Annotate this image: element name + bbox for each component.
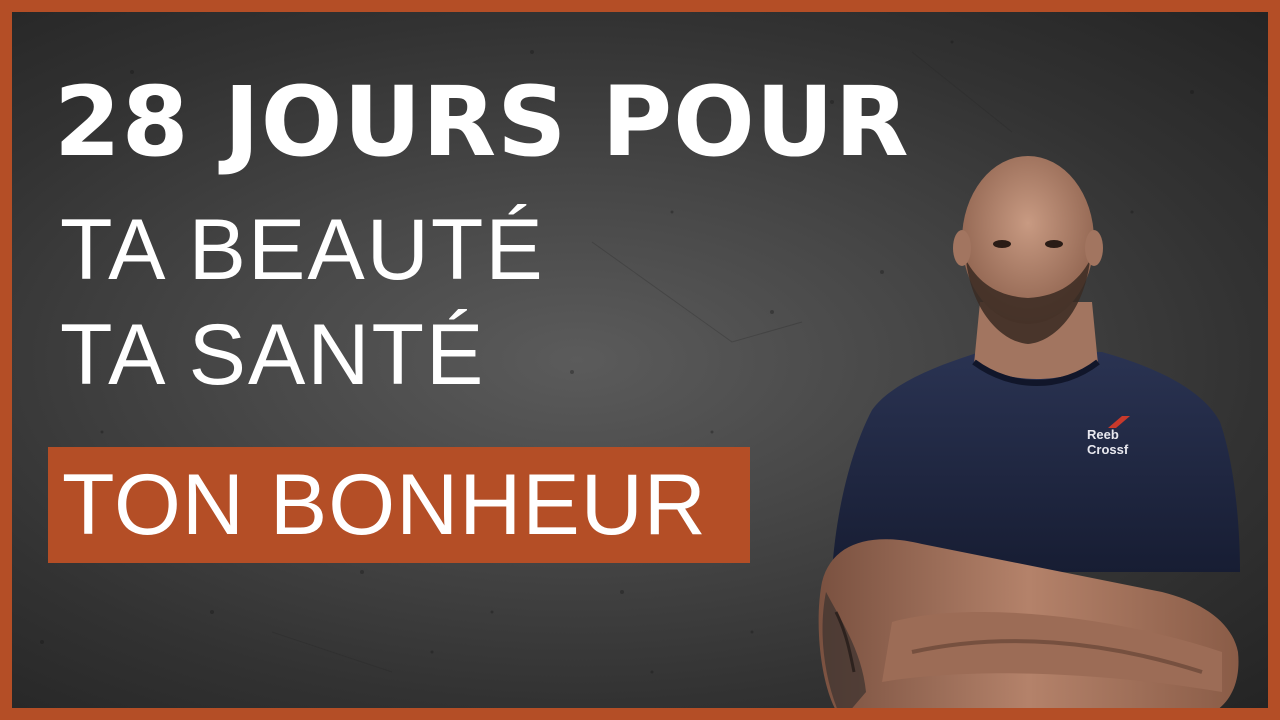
banner-text: TON BONHEUR [62, 457, 707, 553]
thumbnail-frame: 28 JOURS POUR TA BEAUTÉ TA SANTÉ TON BON… [0, 0, 1280, 720]
subtitle-health: TA SANTÉ [60, 307, 486, 403]
subtitle-beauty: TA BEAUTÉ [60, 202, 545, 298]
man-arms-crossed-photo [818, 156, 1240, 708]
shirt-logo: Reeb Crossf [1087, 427, 1147, 467]
shirt-logo-line2: Crossf [1087, 442, 1129, 457]
headline: 28 JOURS POUR [54, 66, 910, 178]
accent-banner: TON BONHEUR [48, 447, 750, 563]
shirt-logo-line1: Reeb [1087, 427, 1119, 442]
